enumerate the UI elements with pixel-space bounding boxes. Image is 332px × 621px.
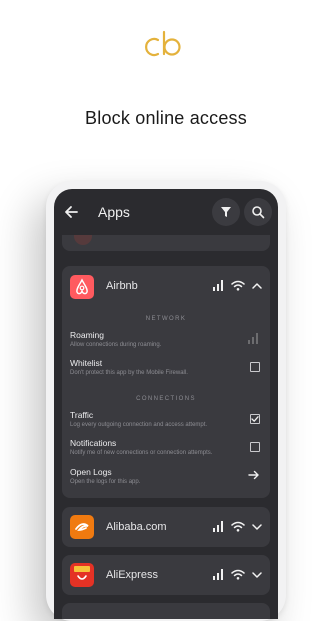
previous-app-icon <box>74 235 92 245</box>
option-description: Log every outgoing connection and access… <box>70 422 208 428</box>
chevron-up-icon[interactable] <box>252 282 262 290</box>
option-title: Open Logs <box>70 467 112 477</box>
cellular-toggle-icon[interactable] <box>213 569 225 580</box>
page-title: Apps <box>98 204 130 220</box>
roaming-signal-icon[interactable] <box>248 333 260 344</box>
option-description: Open the logs for this app. <box>70 479 141 485</box>
chevron-down-icon[interactable] <box>252 571 262 579</box>
notifications-checkbox[interactable] <box>250 442 260 452</box>
app-card-airbnb: Airbnb NETWORK Roaming Allow connections… <box>62 266 270 498</box>
app-card-alibaba[interactable]: Alibaba.com <box>62 507 270 547</box>
search-icon <box>252 206 265 219</box>
app-screen: Apps Airbnb NETWORK Roaming Allow connec… <box>54 189 278 619</box>
app-bar: Apps <box>54 189 278 235</box>
alibaba-logo-icon <box>70 515 94 539</box>
option-title: Whitelist <box>70 358 103 368</box>
app-card-aliexpress[interactable]: AliExpress <box>62 555 270 595</box>
wifi-toggle-icon[interactable] <box>231 569 245 580</box>
option-title: Notifications <box>70 438 117 448</box>
chevron-down-icon[interactable] <box>252 523 262 531</box>
filter-button[interactable] <box>212 198 240 226</box>
option-description: Notify me of new connections or connecti… <box>70 450 213 456</box>
search-button[interactable] <box>244 198 272 226</box>
app-name: Alibaba.com <box>106 521 167 533</box>
checkmark-icon <box>251 416 259 422</box>
filter-icon <box>221 207 231 217</box>
headline: Block online access <box>85 108 247 128</box>
section-connections: CONNECTIONS <box>136 396 196 402</box>
app-card-header[interactable]: Airbnb <box>62 266 270 306</box>
aliexpress-logo-icon <box>70 563 94 587</box>
brand-logo-icon <box>145 30 181 57</box>
option-description: Allow connections during roaming. <box>70 342 162 348</box>
arrow-right-icon[interactable] <box>248 470 260 480</box>
traffic-checkbox[interactable] <box>250 414 260 424</box>
section-network: NETWORK <box>145 316 187 322</box>
airbnb-logo-icon <box>70 275 94 299</box>
app-name: Airbnb <box>106 280 138 292</box>
cellular-toggle-icon[interactable] <box>213 521 225 532</box>
wifi-toggle-icon[interactable] <box>231 280 245 291</box>
option-title: Traffic <box>70 410 94 420</box>
option-description: Don't protect this app by the Mobile Fir… <box>70 370 188 376</box>
whitelist-checkbox[interactable] <box>250 362 260 372</box>
back-arrow-icon[interactable] <box>60 201 82 223</box>
next-app-card[interactable] <box>62 603 270 619</box>
wifi-toggle-icon[interactable] <box>231 521 245 532</box>
previous-app-card[interactable] <box>62 235 270 251</box>
option-title: Roaming <box>70 330 105 340</box>
cellular-toggle-icon[interactable] <box>213 280 225 291</box>
app-name: AliExpress <box>106 569 158 581</box>
phone-frame: Apps Airbnb NETWORK Roaming Allow connec… <box>46 181 286 621</box>
